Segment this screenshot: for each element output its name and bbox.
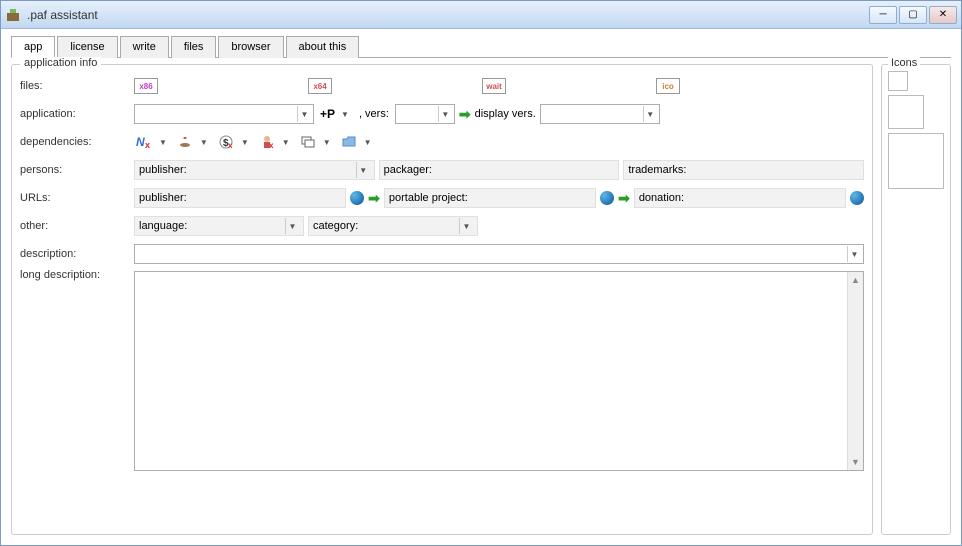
persons-label: persons: bbox=[20, 164, 130, 176]
vers-combo[interactable]: ▼ bbox=[395, 104, 455, 124]
minimize-button[interactable]: ─ bbox=[869, 6, 897, 24]
publisher-field[interactable]: publisher:▼ bbox=[134, 160, 375, 180]
chevron-down-icon[interactable]: ▼ bbox=[241, 138, 249, 147]
arrow-right-icon[interactable]: ➡ bbox=[618, 190, 630, 207]
tab-about[interactable]: about this bbox=[286, 36, 360, 58]
plus-p-dropdown[interactable]: ▼ bbox=[341, 110, 349, 119]
url-donation-field[interactable]: donation: bbox=[634, 188, 846, 208]
icon-preview-large[interactable] bbox=[888, 133, 944, 189]
long-description-textarea[interactable]: ▲ ▼ bbox=[134, 271, 864, 471]
icon-preview-small[interactable] bbox=[888, 71, 908, 91]
url-portable-field[interactable]: portable project: bbox=[384, 188, 596, 208]
icons-panel: Icons bbox=[881, 64, 951, 535]
application-row: application: ▼ +P ▼ , vers: ▼ ➡ display … bbox=[20, 101, 864, 127]
tab-browser[interactable]: browser bbox=[218, 36, 283, 58]
chevron-down-icon[interactable]: ▼ bbox=[356, 162, 370, 178]
chevron-down-icon[interactable]: ▼ bbox=[438, 106, 452, 122]
packager-field[interactable]: packager: bbox=[379, 160, 620, 180]
long-description-row: long description: ▲ ▼ bbox=[20, 269, 864, 524]
java-icon[interactable] bbox=[175, 133, 195, 151]
chevron-down-icon[interactable]: ▼ bbox=[847, 246, 861, 262]
svg-text:x: x bbox=[269, 141, 274, 149]
titlebar: .paf assistant ─ ▢ ✕ bbox=[1, 1, 961, 29]
icon-preview-medium[interactable] bbox=[888, 95, 924, 129]
application-info-fieldset: application info files: x86 x64 wait ico… bbox=[11, 64, 873, 535]
category-field[interactable]: category:▼ bbox=[308, 216, 478, 236]
main-window: .paf assistant ─ ▢ ✕ app license write f… bbox=[0, 0, 962, 546]
scroll-down-icon[interactable]: ▼ bbox=[848, 454, 863, 470]
dependencies-label: dependencies: bbox=[20, 136, 130, 148]
description-row: description: ▼ bbox=[20, 241, 864, 267]
files-label: files: bbox=[20, 80, 130, 92]
nx-icon[interactable]: Nx bbox=[134, 133, 154, 151]
chevron-down-icon[interactable]: ▼ bbox=[297, 106, 311, 122]
tab-license[interactable]: license bbox=[57, 36, 117, 58]
chevron-down-icon[interactable]: ▼ bbox=[159, 138, 167, 147]
application-combo[interactable]: ▼ bbox=[134, 104, 314, 124]
display-vers-label: display vers. bbox=[475, 108, 536, 120]
file-icon-ico[interactable]: ico bbox=[656, 78, 680, 94]
file-icon-x64[interactable]: x64 bbox=[308, 78, 332, 94]
chevron-down-icon[interactable]: ▼ bbox=[643, 106, 657, 122]
chevron-down-icon[interactable]: ▼ bbox=[200, 138, 208, 147]
tab-files[interactable]: files bbox=[171, 36, 217, 58]
files-row: files: x86 x64 wait ico bbox=[20, 73, 864, 99]
chevron-down-icon[interactable]: ▼ bbox=[459, 218, 473, 234]
language-field[interactable]: language:▼ bbox=[134, 216, 304, 236]
icons-legend: Icons bbox=[888, 57, 920, 69]
dollar-icon[interactable]: $x bbox=[216, 133, 236, 151]
arrow-right-icon[interactable]: ➡ bbox=[368, 190, 380, 207]
chevron-down-icon[interactable]: ▼ bbox=[364, 138, 372, 147]
scrollbar[interactable]: ▲ ▼ bbox=[847, 272, 863, 470]
maximize-button[interactable]: ▢ bbox=[899, 6, 927, 24]
urls-row: URLs: publisher: ➡ portable project: ➡ d… bbox=[20, 185, 864, 211]
chevron-down-icon[interactable]: ▼ bbox=[285, 218, 299, 234]
arrow-right-icon[interactable]: ➡ bbox=[459, 106, 471, 123]
svg-text:N: N bbox=[136, 135, 145, 149]
main-area: application info files: x86 x64 wait ico… bbox=[11, 58, 951, 535]
other-label: other: bbox=[20, 220, 130, 232]
folder-icon[interactable] bbox=[339, 133, 359, 151]
description-label: description: bbox=[20, 248, 130, 260]
window-icon[interactable] bbox=[298, 133, 318, 151]
file-icon-wait[interactable]: wait bbox=[482, 78, 506, 94]
app-icon bbox=[5, 7, 21, 23]
persons-row: persons: publisher:▼ packager: trademark… bbox=[20, 157, 864, 183]
tab-bar: app license write files browser about th… bbox=[11, 35, 951, 58]
globe-icon[interactable] bbox=[350, 191, 364, 205]
application-label: application: bbox=[20, 108, 130, 120]
tab-write[interactable]: write bbox=[120, 36, 169, 58]
close-button[interactable]: ✕ bbox=[929, 6, 957, 24]
content-area: app license write files browser about th… bbox=[1, 29, 961, 545]
svg-text:x: x bbox=[145, 140, 150, 149]
svg-text:x: x bbox=[228, 141, 233, 149]
urls-label: URLs: bbox=[20, 192, 130, 204]
plus-p-label: +P bbox=[318, 107, 337, 121]
dependencies-row: dependencies: Nx ▼ ▼ $x ▼ x ▼ ▼ ▼ bbox=[20, 129, 864, 155]
window-buttons: ─ ▢ ✕ bbox=[869, 6, 957, 24]
scroll-up-icon[interactable]: ▲ bbox=[848, 272, 863, 288]
fieldset-legend: application info bbox=[20, 57, 101, 69]
globe-icon[interactable] bbox=[600, 191, 614, 205]
url-publisher-field[interactable]: publisher: bbox=[134, 188, 346, 208]
chevron-down-icon[interactable]: ▼ bbox=[323, 138, 331, 147]
file-icon-x86[interactable]: x86 bbox=[134, 78, 158, 94]
person-icon[interactable]: x bbox=[257, 133, 277, 151]
vers-label: , vers: bbox=[357, 108, 391, 120]
description-combo[interactable]: ▼ bbox=[134, 244, 864, 264]
globe-icon[interactable] bbox=[850, 191, 864, 205]
other-row: other: language:▼ category:▼ bbox=[20, 213, 864, 239]
long-description-label: long description: bbox=[20, 269, 130, 281]
window-title: .paf assistant bbox=[27, 8, 869, 22]
trademarks-field[interactable]: trademarks: bbox=[623, 160, 864, 180]
tab-app[interactable]: app bbox=[11, 36, 55, 58]
display-vers-combo[interactable]: ▼ bbox=[540, 104, 660, 124]
chevron-down-icon[interactable]: ▼ bbox=[282, 138, 290, 147]
